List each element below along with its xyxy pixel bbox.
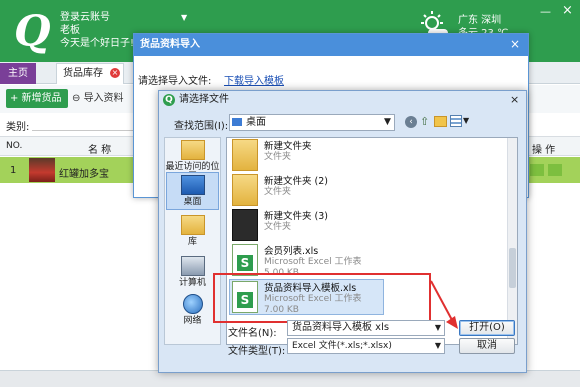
file-type: 文件夹 [264, 187, 292, 197]
product-name: 红罐加多宝 [59, 169, 109, 180]
place-network-label: 网络 [183, 316, 202, 326]
import-data-label: 导入资料 [83, 93, 124, 104]
place-computer[interactable]: 计算机 [165, 256, 220, 288]
recent-places-icon [180, 140, 205, 160]
user-name: 老板 [60, 25, 80, 36]
file-name: 会员列表.xls [264, 246, 319, 257]
download-template-link[interactable]: 下载导入模板 [224, 72, 284, 87]
place-desktop-label: 桌面 [183, 197, 202, 207]
import-icon: ⊖ [72, 93, 84, 104]
dialog-close-icon[interactable]: × [510, 38, 520, 50]
file-type: 文件夹 [264, 222, 292, 232]
new-folder-icon[interactable] [434, 116, 447, 127]
chevron-down-icon[interactable]: ▼ [384, 114, 391, 131]
close-icon[interactable]: × [562, 3, 573, 18]
chevron-down-icon[interactable]: ▼ [181, 13, 187, 22]
back-icon[interactable]: ‹ [405, 116, 417, 128]
highlight-box [213, 273, 431, 323]
tab-close-icon[interactable]: × [110, 68, 120, 78]
greeting-text: 今天是个好日子! [60, 38, 135, 49]
desktop-icon [180, 175, 205, 195]
place-libraries[interactable]: 库 [165, 215, 220, 247]
column-no: NO. [6, 141, 23, 151]
import-data-button[interactable]: ⊖ 导入资料 [72, 89, 132, 108]
filename-value: 货品资料导入模板 xls [292, 322, 390, 333]
column-actions: 操 作 [532, 145, 556, 156]
view-menu-icon[interactable] [450, 115, 462, 127]
app-logo: Q [14, 6, 51, 55]
import-dialog-title: 货品资料导入 [134, 34, 528, 56]
tab-home[interactable]: 主页 [0, 63, 36, 84]
desktop-folder-icon [232, 118, 242, 126]
column-name: 名 称 [88, 145, 112, 156]
filename-label: 文件名(N): [228, 328, 277, 339]
cancel-button[interactable]: 取消 [459, 338, 515, 354]
list-item[interactable]: 新建文件夹 (2) 文件夹 [230, 174, 504, 208]
up-folder-icon[interactable]: ⇧ [420, 115, 429, 128]
file-name: 新建文件夹 (2) [264, 176, 328, 187]
row-delete-icon[interactable] [548, 164, 562, 176]
file-dialog-close-icon[interactable]: × [510, 93, 519, 106]
file-dialog-title: 请选择文件 [179, 94, 229, 105]
file-name: 新建文件夹 [264, 141, 312, 152]
lookin-label: 查找范围(I): [174, 121, 229, 132]
open-button[interactable]: 打开(O) [459, 320, 515, 336]
place-libraries-label: 库 [187, 237, 197, 247]
minimize-icon[interactable]: — [540, 5, 551, 18]
weather-city: 广东 深圳 [458, 15, 502, 26]
category-input[interactable] [32, 115, 142, 131]
row-number: 1 [10, 165, 17, 176]
folder-icon [232, 139, 258, 171]
computer-icon [180, 256, 205, 276]
list-item[interactable]: 新建文件夹 文件夹 [230, 139, 504, 173]
row-edit-icon[interactable] [530, 164, 544, 176]
chevron-down-icon[interactable]: ▼ [435, 339, 441, 353]
product-thumbnail [29, 158, 55, 182]
app-logo-icon: Q [163, 94, 175, 106]
excel-file-icon [232, 244, 258, 276]
filetype-value: Excel 文件(*.xls;*.xlsx) [292, 341, 392, 351]
list-item[interactable]: 新建文件夹 (3) 文件夹 [230, 209, 504, 243]
choose-file-label: 请选择导入文件: [138, 76, 212, 87]
place-network[interactable]: 网络 [165, 294, 220, 326]
libraries-icon [180, 215, 205, 235]
add-goods-button[interactable]: + 新增货品 [6, 89, 68, 108]
scrollbar[interactable] [507, 138, 517, 344]
file-type: Microsoft Excel 工作表 [264, 257, 362, 267]
place-computer-label: 计算机 [178, 278, 206, 288]
filetype-select[interactable]: Excel 文件(*.xls;*.xlsx) ▼ [287, 338, 445, 354]
lookin-select[interactable]: 桌面 [229, 114, 395, 131]
chevron-down-icon[interactable]: ▼ [435, 321, 441, 335]
category-label: 类别: [6, 122, 30, 133]
scrollbar-thumb[interactable] [509, 248, 516, 288]
chevron-down-icon[interactable]: ▼ [463, 116, 469, 125]
filename-input[interactable]: 货品资料导入模板 xls ▼ [287, 320, 445, 336]
file-type: 文件夹 [264, 152, 292, 162]
place-desktop[interactable]: 桌面 [165, 175, 220, 207]
folder-icon [232, 209, 258, 241]
cloud-login-link[interactable]: 登录云账号 [60, 12, 110, 24]
network-icon [182, 294, 203, 314]
file-name: 新建文件夹 (3) [264, 211, 328, 222]
filetype-label: 文件类型(T): [228, 346, 286, 357]
folder-icon [232, 174, 258, 206]
